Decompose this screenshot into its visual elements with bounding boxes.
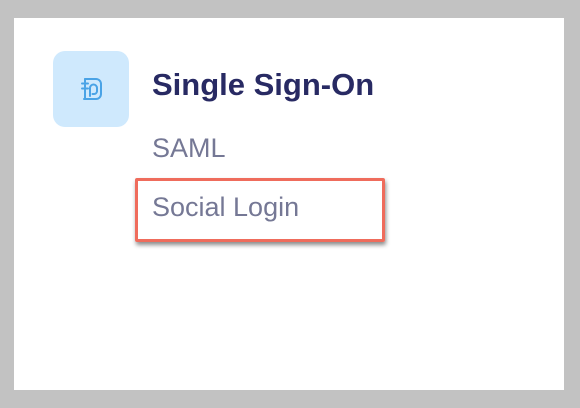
menu-item-social-login[interactable]: Social Login: [152, 190, 299, 224]
sso-loop-icon: [81, 78, 102, 100]
page-title: Single Sign-On: [152, 67, 375, 102]
sso-icon-tile: [53, 51, 129, 127]
menu-item-saml[interactable]: SAML: [152, 131, 226, 165]
sso-card: Single Sign-On SAML Social Login: [14, 18, 564, 390]
